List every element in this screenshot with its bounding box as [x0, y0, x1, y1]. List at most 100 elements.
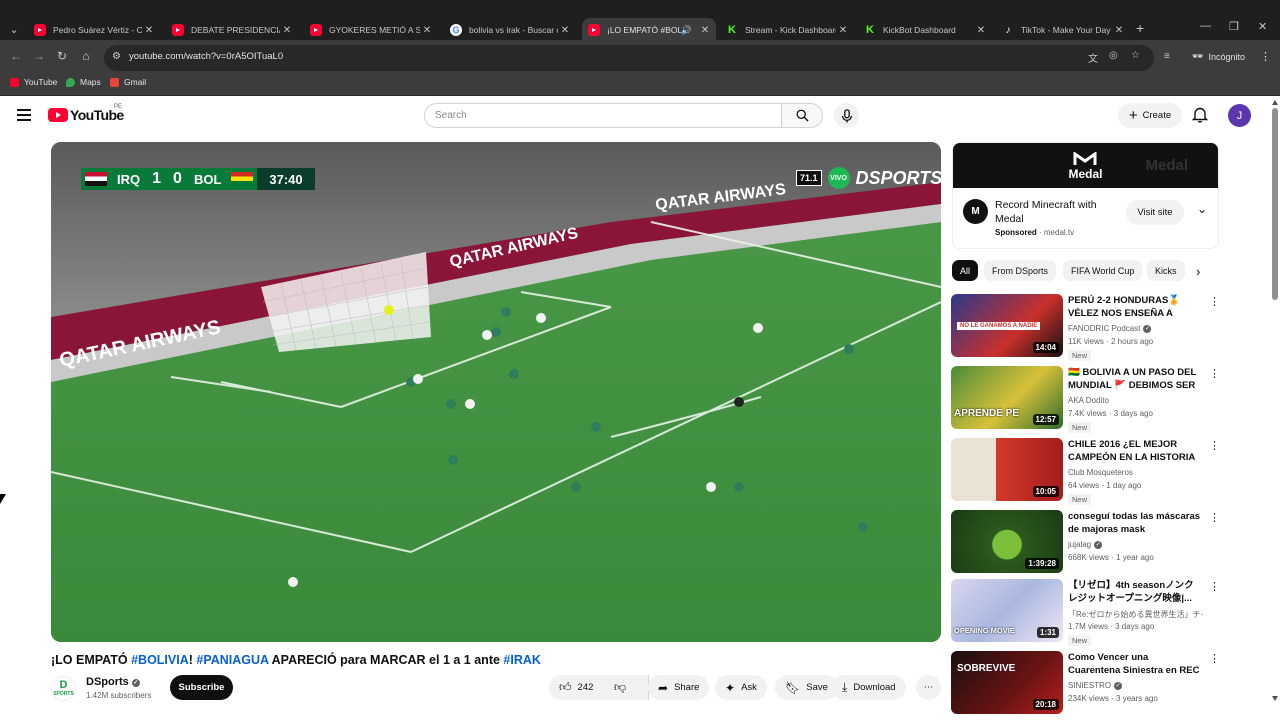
browser-tab[interactable]: GYOKERES METIÓ A SUEC ✕ [304, 18, 438, 42]
home-icon[interactable]: ⌂ [78, 49, 94, 63]
recommendation-item[interactable]: NO LE GANAMOS A NADIE 14:04 PERÚ 2-2 HON… [951, 294, 1221, 361]
more-vertical-icon[interactable]: ⋮ [1209, 439, 1220, 452]
bookmark-gmail[interactable]: Gmail [110, 77, 146, 87]
translate-icon[interactable]: 文 [1088, 50, 1098, 65]
close-tab-icon[interactable]: ✕ [1112, 25, 1126, 36]
tab-title: ¡LO EMPATÓ #BOLIVIA [607, 25, 681, 35]
video-thumbnail[interactable]: SOBREVIVE 20:18 [951, 651, 1063, 714]
close-tab-icon[interactable]: ✕ [142, 25, 156, 36]
browser-menu-icon[interactable]: ⋮ [1260, 50, 1271, 63]
account-avatar[interactable]: J [1228, 104, 1251, 127]
tracking-protection-icon[interactable]: ◎ [1109, 50, 1118, 61]
video-thumbnail[interactable]: 1:39:28 [951, 510, 1063, 573]
visit-site-button[interactable]: Visit site [1126, 200, 1184, 225]
sponsored-ad[interactable]: Medal Medal M Record Minecraft with Meda… [952, 142, 1219, 249]
hashtag-link[interactable]: #IRAK [503, 653, 541, 667]
address-bar[interactable]: ⚙ youtube.com/watch?v=0rA5OITuaL0 [104, 45, 1154, 71]
guide-menu-icon[interactable] [17, 109, 31, 124]
more-actions-button[interactable]: ⋯ [916, 675, 941, 700]
bookmark-star-icon[interactable]: ☆ [1131, 50, 1140, 61]
browser-tab[interactable]: ♪ TikTok - Make Your Day ✕ [996, 18, 1130, 42]
recommendation-title[interactable]: 🇧🇴 BOLIVIA A UN PASO DEL MUNDIAL 🚩 DEBIM… [1068, 366, 1203, 393]
video-thumbnail[interactable]: OPENING MOVIE 1:31 [951, 579, 1063, 642]
dislike-button[interactable]: 👎︎ [604, 675, 640, 700]
video-thumbnail[interactable]: 10:05 [951, 438, 1063, 501]
browser-tab[interactable]: K KickBot Dashboard ✕ [858, 18, 992, 42]
browser-tab[interactable]: G bolivia vs irak - Buscar co ✕ [444, 18, 576, 42]
subscribe-button[interactable]: Subscribe [170, 675, 233, 700]
recommendation-item[interactable]: OPENING MOVIE 1:31 【リゼロ】4th seasonノンクレジッ… [951, 579, 1221, 646]
close-tab-icon[interactable]: ✕ [558, 25, 572, 36]
scrollbar-thumb[interactable] [1272, 108, 1278, 300]
voice-search-button[interactable] [834, 103, 859, 128]
close-tab-icon[interactable]: ✕ [836, 25, 850, 36]
recommendation-title[interactable]: 【リゼロ】4th seasonノンクレジットオープニング映像|... [1068, 579, 1203, 606]
recommendation-item[interactable]: 10:05 CHILE 2016 ¿EL MEJOR CAMPEÓN EN LA… [951, 438, 1221, 505]
media-controls-icon[interactable]: ≡ [1164, 51, 1170, 62]
forward-icon[interactable]: → [31, 49, 47, 63]
ad-banner: Medal Medal [953, 143, 1218, 188]
channel-name[interactable]: DSports ✓ [86, 676, 140, 688]
more-vertical-icon[interactable]: ⋮ [1209, 652, 1220, 665]
bookmark-maps[interactable]: Maps [66, 77, 101, 87]
video-player[interactable]: QATAR AIRWAYS QATAR AIRWAYS QATAR AIRWAY… [51, 142, 941, 642]
close-tab-icon[interactable]: ✕ [420, 25, 434, 36]
tab-title: DEBATE PRESIDENCIAL 20 [191, 25, 280, 35]
close-tab-icon[interactable]: ✕ [280, 25, 294, 36]
reload-icon[interactable]: ↻ [54, 49, 70, 63]
recommendation-item[interactable]: APRENDE PE 12:57 🇧🇴 BOLIVIA A UN PASO DE… [951, 366, 1221, 433]
hashtag-link[interactable]: #BOLIVIA [131, 653, 189, 667]
chevron-down-icon[interactable]: ⌄ [1197, 202, 1207, 216]
chip-from-dsports[interactable]: From DSports [984, 260, 1057, 281]
chip-fifa-world-cup[interactable]: FIFA World Cup [1063, 260, 1143, 281]
video-thumbnail[interactable]: NO LE GANAMOS A NADIE 14:04 [951, 294, 1063, 357]
recommendation-title[interactable]: conseguí todas las máscaras de majoras m… [1068, 510, 1203, 537]
recommendation-item[interactable]: SOBREVIVE 20:18 Como Vencer una Cuarente… [951, 651, 1221, 717]
ad-title[interactable]: Record Minecraft with Medal [995, 198, 1115, 226]
chip-all[interactable]: All [952, 260, 979, 281]
incognito-label: Incógnito [1208, 51, 1245, 62]
create-button[interactable]: + Create [1118, 103, 1182, 128]
incognito-indicator[interactable]: 🕶 Incógnito [1192, 51, 1245, 62]
download-button[interactable]: ⤓ Download [832, 675, 906, 700]
save-button[interactable]: 🔖︎ Save [775, 675, 838, 700]
bookmark-youtube[interactable]: YouTube [10, 77, 57, 87]
chevron-right-icon[interactable]: › [1196, 264, 1200, 279]
search-button[interactable] [781, 103, 823, 128]
restore-icon[interactable]: ❐ [1229, 20, 1239, 33]
close-window-icon[interactable]: ✕ [1258, 20, 1267, 33]
recommendation-item[interactable]: 1:39:28 conseguí todas las máscaras de m… [951, 510, 1221, 576]
chip-kicks[interactable]: Kicks [1147, 260, 1185, 281]
youtube-icon [172, 24, 184, 36]
back-icon[interactable]: ← [8, 49, 24, 63]
more-vertical-icon[interactable]: ⋮ [1209, 295, 1220, 308]
youtube-logo[interactable]: YouTube PE [48, 104, 124, 123]
browser-tab[interactable]: DEBATE PRESIDENCIAL 20 ✕ [166, 18, 298, 42]
close-tab-icon[interactable]: ✕ [974, 25, 988, 36]
tab-search-chevron-icon[interactable]: ⌄ [4, 20, 24, 40]
ask-button[interactable]: ✦ Ask [715, 675, 767, 700]
notifications-bell-icon[interactable] [1191, 106, 1209, 128]
hashtag-link[interactable]: #PANIAGUA [196, 653, 268, 667]
site-settings-icon[interactable]: ⚙ [112, 51, 121, 62]
more-vertical-icon[interactable]: ⋮ [1209, 367, 1220, 380]
recommendation-title[interactable]: Como Vencer una Cuarentena Siniestra en … [1068, 651, 1203, 678]
more-vertical-icon[interactable]: ⋮ [1209, 580, 1220, 593]
scroll-up-arrow-icon[interactable] [1272, 100, 1278, 105]
page-scrollbar[interactable] [1270, 96, 1280, 706]
browser-tab-active[interactable]: ¡LO EMPATÓ #BOLIVIA 🔊 ✕ [582, 18, 716, 42]
minimize-icon[interactable]: — [1200, 20, 1211, 32]
channel-avatar[interactable]: D SPORTS [51, 676, 76, 701]
recommendation-title[interactable]: CHILE 2016 ¿EL MEJOR CAMPEÓN EN LA HISTO… [1068, 438, 1203, 465]
share-button[interactable]: ➦ Share [648, 675, 710, 700]
video-thumbnail[interactable]: APRENDE PE 12:57 [951, 366, 1063, 429]
scroll-down-arrow-icon[interactable] [1272, 696, 1278, 701]
browser-tab[interactable]: K Stream - Kick Dashboard ✕ [720, 18, 854, 42]
recommendation-title[interactable]: PERÚ 2-2 HONDURAS🏅VÉLEZ NOS ENSEÑA A HAC… [1068, 294, 1203, 321]
search-input[interactable] [425, 104, 781, 127]
new-tab-icon[interactable]: + [1136, 20, 1144, 36]
speaker-icon[interactable]: 🔊 [681, 25, 692, 36]
browser-tab[interactable]: Pedro Suárez Vértiz - Cuá ✕ [28, 18, 160, 42]
close-tab-icon[interactable]: ✕ [698, 25, 712, 36]
more-vertical-icon[interactable]: ⋮ [1209, 511, 1220, 524]
